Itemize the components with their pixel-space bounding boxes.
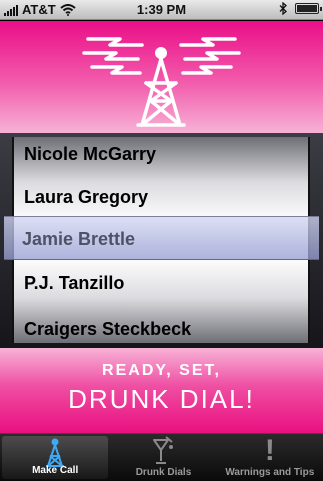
picker-item[interactable]: Craigers Steckbeck — [24, 319, 304, 340]
status-right — [279, 2, 322, 15]
tab-make-call[interactable]: Make Call — [2, 436, 109, 479]
bluetooth-icon — [279, 2, 287, 15]
tab-drunk-dials[interactable]: Drunk Dials — [110, 434, 216, 481]
tab-bar: Make Call Drunk Dials ! Warnings and Tip… — [0, 433, 323, 481]
tab-warnings-and-tips[interactable]: ! Warnings and Tips — [217, 434, 323, 481]
status-bar: AT&T 1:39 PM — [0, 0, 323, 20]
clock: 1:39 PM — [136, 2, 187, 17]
contact-picker[interactable]: Nicole McGarry Laura Gregory P.J. Tanzil… — [0, 133, 323, 348]
tab-label: Warnings and Tips — [225, 467, 315, 478]
drunk-dial-button[interactable]: READY, SET, DRUNK DIAL! — [0, 348, 323, 433]
picker-item[interactable]: Laura Gregory — [24, 187, 304, 208]
dial-button-line1: READY, SET, — [102, 362, 221, 379]
picker-item[interactable]: Nicole McGarry — [24, 144, 304, 165]
battery-icon — [295, 3, 322, 14]
dial-button-line2: DRUNK DIAL! — [68, 384, 255, 414]
exclamation-icon: ! — [264, 434, 275, 467]
picker-selected-item[interactable]: Jamie Brettle — [22, 229, 135, 250]
app-header — [0, 21, 323, 133]
cocktail-phone-icon — [153, 436, 174, 464]
tower-icon — [46, 438, 65, 467]
tab-label: Make Call — [32, 465, 79, 476]
tab-label: Drunk Dials — [135, 467, 192, 478]
picker-item[interactable]: P.J. Tanzillo — [24, 273, 304, 294]
radio-tower-logo — [82, 37, 241, 127]
